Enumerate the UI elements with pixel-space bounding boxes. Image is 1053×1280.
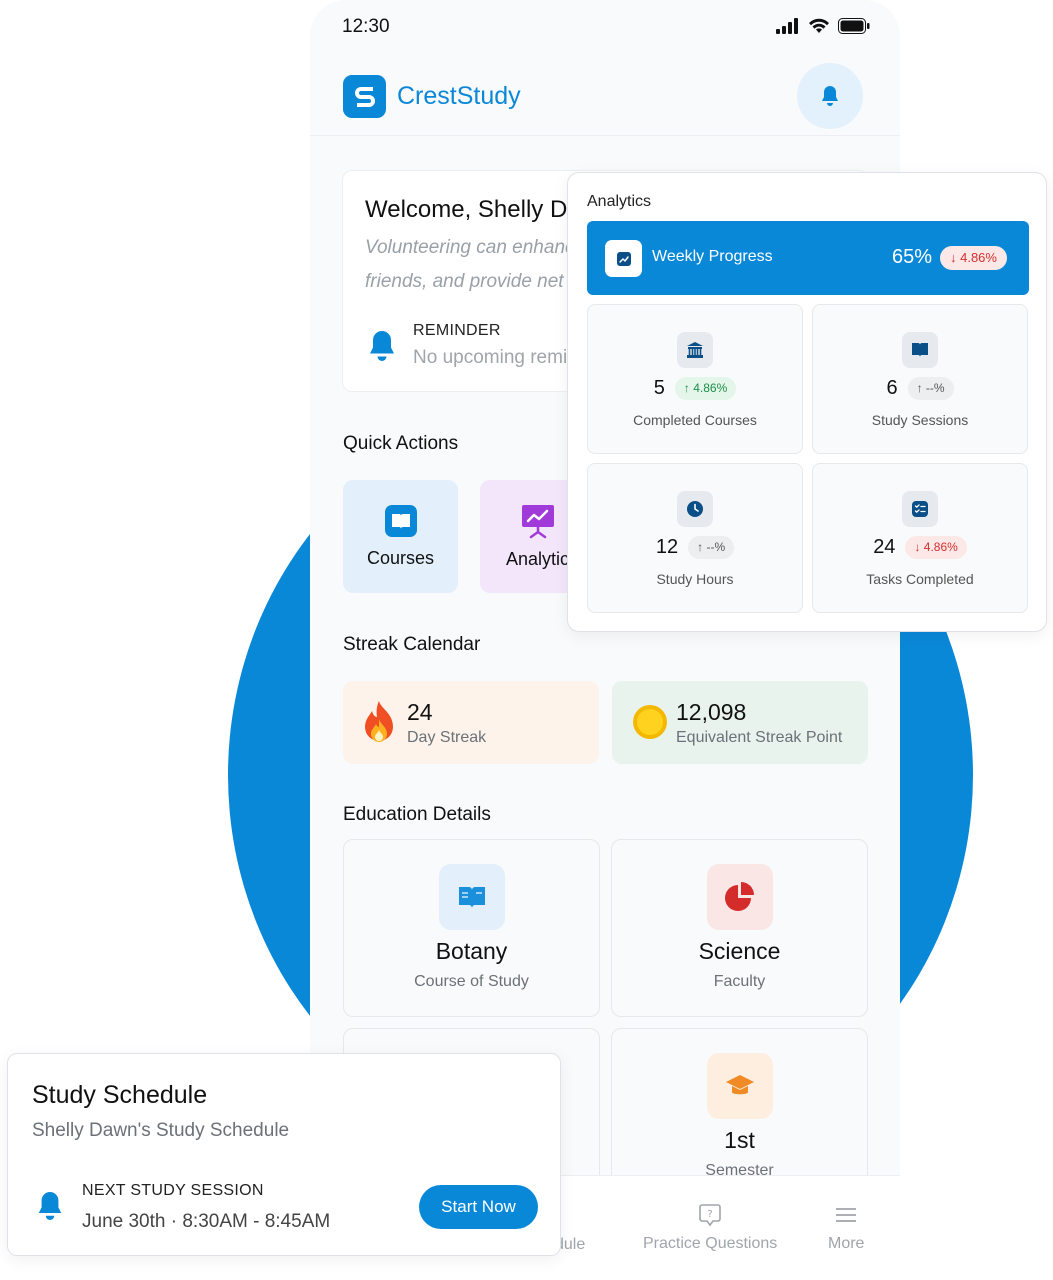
question-bubble-icon: ? (699, 1204, 721, 1227)
edu-icon-wrap (707, 864, 773, 930)
course-label: Course of Study (414, 973, 529, 990)
clock-icon (687, 501, 703, 517)
stat-icon-wrap (902, 491, 938, 527)
welcome-title: Welcome, Shelly D (365, 196, 568, 223)
stat-icon-wrap (902, 332, 938, 368)
course-value: Botany (435, 938, 508, 964)
bell-icon (38, 1192, 62, 1220)
status-time: 12:30 (342, 16, 390, 37)
reminder-bell-icon (370, 331, 394, 361)
bell-icon (822, 86, 838, 106)
quick-action-analytics-label: Analytic (505, 549, 570, 569)
presentation-chart-icon (521, 505, 554, 539)
stat-value: 6 (886, 377, 898, 399)
next-session-label: NEXT STUDY SESSION (82, 1182, 264, 1199)
checklist-icon (912, 501, 928, 517)
brand-name: CrestStudy (397, 82, 521, 110)
nav-more-label: More (828, 1235, 865, 1252)
stat-study-sessions: 6 ↑ --% Study Sessions (812, 304, 1028, 454)
stat-change: ↑ --% (688, 536, 735, 559)
schedule-subtitle: Shelly Dawn's Study Schedule (32, 1120, 290, 1141)
stat-label: Study Hours (656, 571, 734, 587)
day-streak-label: Day Streak (407, 729, 487, 746)
stat-change: ↓ 4.86% (905, 536, 967, 559)
schedule-title: Study Schedule (32, 1081, 208, 1109)
fire-icon (365, 701, 393, 742)
weekly-icon-wrap (605, 240, 642, 277)
coin-icon (633, 705, 667, 739)
quick-action-courses-label: Courses (366, 548, 435, 568)
nav-item-more[interactable]: More (828, 1203, 864, 1253)
analytics-card: Analytics Weekly Progress 65% ↓ 4.86% 5 … (567, 172, 1047, 632)
stat-icon-wrap (677, 332, 713, 368)
edu-card-faculty: Science Faculty (611, 839, 868, 1017)
weekly-progress-bar[interactable]: Weekly Progress 65% ↓ 4.86% (587, 221, 1029, 295)
edu-icon-wrap (439, 864, 505, 930)
quick-action-courses[interactable]: Courses (343, 480, 458, 593)
battery-icon (838, 18, 870, 34)
day-streak-value: 24 (407, 699, 433, 725)
start-now-button[interactable]: Start Now (419, 1185, 538, 1229)
graduation-cap-icon (726, 1075, 754, 1095)
stat-value: 5 (653, 377, 665, 399)
study-schedule-card: Study Schedule Shelly Dawn's Study Sched… (7, 1053, 561, 1256)
weekly-progress-value: 65% (892, 246, 933, 268)
menu-icon (836, 1208, 857, 1222)
faculty-label: Faculty (713, 973, 766, 990)
svg-text:?: ? (707, 1209, 712, 1220)
next-session-date: June 30th · 8:30AM - 8:45AM (82, 1211, 331, 1232)
streak-calendar-title: Streak Calendar (343, 634, 481, 655)
wifi-icon (809, 18, 829, 33)
stat-tasks-completed: 24 ↓ 4.86% Tasks Completed (812, 463, 1028, 613)
reminder-title: REMINDER (413, 322, 501, 339)
stat-completed-courses: 5 ↑ 4.86% Completed Courses (587, 304, 803, 454)
book-icon (912, 343, 928, 357)
weekly-progress-change: ↓ 4.86% (940, 246, 1007, 270)
day-streak-card: 24 Day Streak (343, 681, 599, 764)
building-icon (687, 342, 703, 358)
nav-practice-label: Practice Questions (643, 1235, 778, 1252)
stat-change: ↑ 4.86% (674, 377, 737, 400)
edu-icon-wrap (707, 1053, 773, 1119)
app-header: CrestStudy (310, 56, 900, 136)
education-details-title: Education Details (343, 804, 491, 825)
notifications-button[interactable] (797, 63, 863, 129)
stat-label: Tasks Completed (866, 571, 974, 587)
streak-points-value: 12,098 (676, 699, 747, 725)
quick-actions-title: Quick Actions (343, 433, 459, 454)
book-open-icon (459, 887, 485, 908)
weekly-progress-label: Weekly Progress (652, 248, 773, 265)
stat-label: Completed Courses (633, 412, 757, 428)
stat-value: 24 (873, 536, 896, 558)
stat-icon-wrap (677, 491, 713, 527)
semester-value: 1st (724, 1127, 755, 1153)
faculty-value: Science (698, 938, 781, 964)
stat-value: 12 (655, 536, 679, 558)
streak-points-label: Equivalent Streak Point (676, 729, 843, 746)
analytics-title: Analytics (587, 193, 652, 210)
nav-item-practice-questions[interactable]: ? Practice Questions (643, 1203, 777, 1253)
brand-logo-icon (343, 75, 386, 118)
reminder-text: No upcoming remi (413, 347, 568, 368)
edu-card-course: Botany Course of Study (343, 839, 600, 1017)
pie-chart-icon (725, 882, 754, 911)
trend-chart-icon (616, 251, 631, 266)
status-bar: 12:30 (310, 0, 900, 56)
status-icons (776, 18, 870, 34)
stat-change: ↑ --% (907, 377, 954, 400)
stat-study-hours: 12 ↑ --% Study Hours (587, 463, 803, 613)
signal-icon (776, 18, 798, 34)
book-icon (384, 505, 417, 537)
stat-label: Study Sessions (871, 412, 969, 428)
streak-points-card: 12,098 Equivalent Streak Point (612, 681, 868, 764)
